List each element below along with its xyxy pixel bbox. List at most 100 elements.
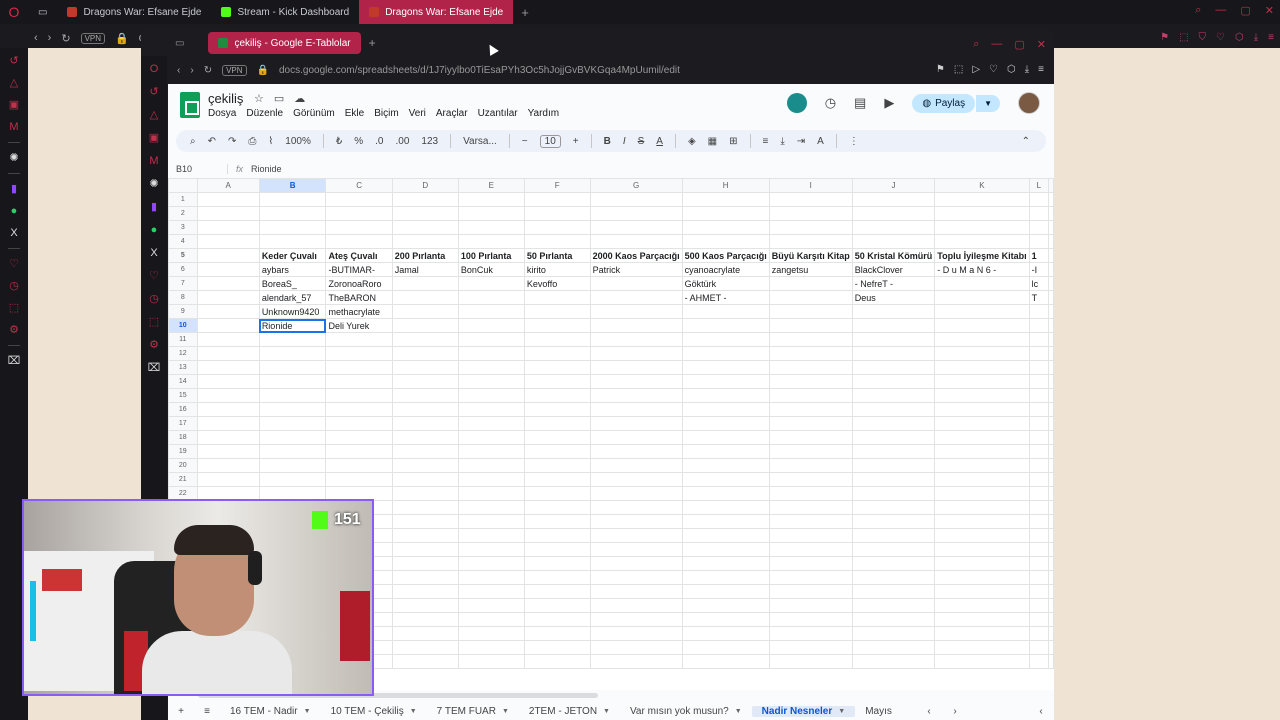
- cell[interactable]: [325, 206, 393, 221]
- cell[interactable]: [934, 332, 1030, 347]
- cell[interactable]: [934, 514, 1030, 529]
- fill-color-icon[interactable]: ◈: [688, 136, 696, 147]
- cell[interactable]: [851, 346, 936, 361]
- cell[interactable]: [391, 220, 459, 235]
- cell[interactable]: BoreaS_: [258, 276, 327, 291]
- cell[interactable]: [768, 206, 853, 221]
- cell[interactable]: [457, 626, 525, 641]
- maximize-button[interactable]: ▢: [1014, 38, 1024, 51]
- cell[interactable]: [934, 612, 1030, 627]
- cell[interactable]: [196, 290, 260, 305]
- cell[interactable]: -BUTIMAR-: [325, 262, 393, 277]
- cell[interactable]: [196, 234, 260, 249]
- cell[interactable]: [196, 402, 260, 417]
- cell[interactable]: [196, 374, 260, 389]
- cell[interactable]: - NefreT -: [851, 276, 936, 291]
- cell[interactable]: [934, 486, 1030, 501]
- cell[interactable]: [851, 514, 936, 529]
- cell[interactable]: [457, 360, 525, 375]
- cell[interactable]: [1028, 500, 1050, 515]
- cell[interactable]: [851, 234, 936, 249]
- new-tab-button[interactable]: +: [513, 5, 537, 20]
- cell[interactable]: [457, 500, 525, 515]
- cell[interactable]: [589, 444, 683, 459]
- cell[interactable]: [391, 276, 459, 291]
- cell[interactable]: [391, 486, 459, 501]
- cell[interactable]: [851, 570, 936, 585]
- history-icon[interactable]: ↺: [147, 85, 161, 99]
- cell[interactable]: [934, 626, 1030, 641]
- add-sheet-button[interactable]: +: [168, 706, 194, 717]
- cell[interactable]: [768, 276, 853, 291]
- cell[interactable]: [391, 640, 459, 655]
- cell[interactable]: [851, 304, 936, 319]
- cell[interactable]: [196, 458, 260, 473]
- rotate-icon[interactable]: A: [817, 136, 824, 147]
- sheet-tab-menu-icon[interactable]: ▼: [304, 708, 311, 715]
- cell[interactable]: [391, 290, 459, 305]
- cell[interactable]: [851, 430, 936, 445]
- cell[interactable]: [391, 332, 459, 347]
- cell[interactable]: [768, 598, 853, 613]
- row-header[interactable]: 10: [168, 318, 198, 333]
- cell[interactable]: BonCuk: [457, 262, 525, 277]
- cell[interactable]: [325, 234, 393, 249]
- cell[interactable]: [258, 416, 327, 431]
- cell[interactable]: [589, 430, 683, 445]
- cell[interactable]: [681, 416, 770, 431]
- share-button[interactable]: ◍ Paylaş: [912, 93, 976, 113]
- cell[interactable]: [589, 402, 683, 417]
- cell[interactable]: [1028, 374, 1050, 389]
- favorites-icon[interactable]: ♡: [147, 269, 161, 283]
- cell[interactable]: [1028, 332, 1050, 347]
- cell[interactable]: [851, 332, 936, 347]
- cell[interactable]: [589, 598, 683, 613]
- cell[interactable]: [681, 626, 770, 641]
- cell[interactable]: [851, 640, 936, 655]
- cell[interactable]: [681, 206, 770, 221]
- whatsapp-icon[interactable]: ●: [147, 223, 161, 237]
- close-button[interactable]: ✕: [1265, 4, 1274, 17]
- cell[interactable]: [589, 220, 683, 235]
- favorites-icon[interactable]: ♡: [7, 257, 21, 271]
- workspace-icon[interactable]: ▭: [175, 38, 184, 49]
- cell[interactable]: kirito: [523, 262, 591, 277]
- x-icon[interactable]: X: [147, 246, 161, 260]
- cell[interactable]: [589, 374, 683, 389]
- cell[interactable]: [768, 290, 853, 305]
- cell[interactable]: [258, 206, 327, 221]
- cell[interactable]: [681, 612, 770, 627]
- menu-item[interactable]: Ekle: [345, 108, 364, 119]
- extension-icon[interactable]: ⬡: [1007, 64, 1016, 75]
- row-header[interactable]: 5: [168, 248, 198, 263]
- cell[interactable]: [851, 402, 936, 417]
- row-header[interactable]: 13: [168, 360, 198, 375]
- settings-icon[interactable]: ⚙: [147, 338, 161, 352]
- cell[interactable]: [768, 388, 853, 403]
- cell[interactable]: [457, 556, 525, 571]
- cell[interactable]: [391, 318, 459, 333]
- cell[interactable]: [768, 374, 853, 389]
- cell[interactable]: [589, 640, 683, 655]
- cell[interactable]: [523, 402, 591, 417]
- cell[interactable]: [457, 290, 525, 305]
- cell[interactable]: [523, 388, 591, 403]
- cell[interactable]: [681, 304, 770, 319]
- cell[interactable]: [681, 542, 770, 557]
- font-select[interactable]: Varsa...: [463, 136, 497, 147]
- cell[interactable]: [934, 556, 1030, 571]
- cell[interactable]: [934, 654, 1030, 669]
- cell[interactable]: [681, 654, 770, 669]
- play-icon[interactable]: ▷: [972, 64, 980, 75]
- row-header[interactable]: 1: [168, 192, 198, 207]
- cell[interactable]: [523, 290, 591, 305]
- cell[interactable]: [1028, 654, 1050, 669]
- clock-icon[interactable]: ◷: [147, 292, 161, 306]
- cell[interactable]: [1028, 360, 1050, 375]
- cell[interactable]: [523, 542, 591, 557]
- back-icon[interactable]: ‹: [177, 65, 180, 76]
- row-header[interactable]: 11: [168, 332, 198, 347]
- cell[interactable]: [934, 430, 1030, 445]
- cell[interactable]: [1028, 612, 1050, 627]
- cell[interactable]: [325, 444, 393, 459]
